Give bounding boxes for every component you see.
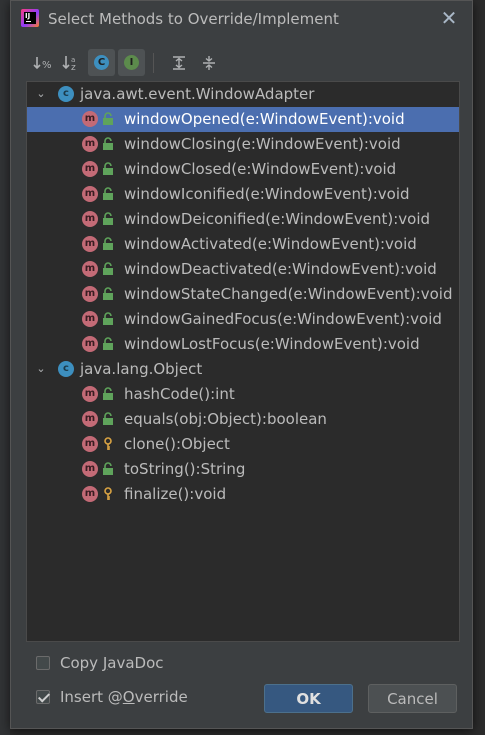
method-label: windowStateChanged(e:WindowEvent):void [124,285,453,303]
public-lock-icon [103,462,113,475]
public-lock-icon [103,237,113,250]
method-row[interactable]: m windowGainedFocus(e:WindowEvent):void [27,307,459,332]
method-label: windowClosing(e:WindowEvent):void [124,135,401,153]
expand-all-button[interactable] [165,49,192,76]
public-lock-icon [103,312,113,325]
method-icon: m [82,436,98,452]
copy-javadoc-checkbox[interactable] [36,656,50,670]
public-lock-icon [103,137,113,150]
public-lock-icon [103,187,113,200]
method-row[interactable]: m equals(obj:Object):boolean [27,407,459,432]
dialog-footer: Copy JavaDoc Insert @Override OK Cancel [11,649,472,729]
method-row[interactable]: m windowClosed(e:WindowEvent):void [27,157,459,182]
method-label: windowDeactivated(e:WindowEvent):void [124,260,437,278]
toolbar-separator [153,53,154,73]
collapse-all-button[interactable] [195,49,222,76]
dialog-title: Select Methods to Override/Implement [48,10,339,28]
method-label: windowGainedFocus(e:WindowEvent):void [124,310,442,328]
method-label: equals(obj:Object):boolean [124,410,327,428]
public-lock-icon [103,387,113,400]
method-label: windowIconified(e:WindowEvent):void [124,185,410,203]
chevron-down-icon[interactable]: ⌄ [35,88,47,100]
tree-group-row[interactable]: ⌄ c java.lang.Object [27,357,459,382]
method-icon: m [82,211,98,227]
method-icon: m [82,336,98,352]
public-lock-icon [103,337,113,350]
method-label: windowOpened(e:WindowEvent):void [124,110,405,128]
method-row[interactable]: m hashCode():int [27,382,459,407]
method-icon: m [82,186,98,202]
expand-all-icon [172,55,185,70]
method-row[interactable]: m clone():Object [27,432,459,457]
method-row[interactable]: m windowDeactivated(e:WindowEvent):void [27,257,459,282]
methods-tree[interactable]: ⌄ c java.awt.event.WindowAdapter m windowOpe… [26,81,460,642]
class-icon: c [58,86,74,102]
method-label: windowLostFocus(e:WindowEvent):void [124,335,420,353]
method-row[interactable]: m windowStateChanged(e:WindowEvent):void [27,282,459,307]
method-row[interactable]: m windowClosing(e:WindowEvent):void [27,132,459,157]
public-lock-icon [103,287,113,300]
intellij-logo-icon: IJ [21,9,39,27]
method-icon: m [82,461,98,477]
dialog-titlebar: IJ Select Methods to Override/Implement … [11,1,472,37]
method-label: clone():Object [124,435,230,453]
class-icon: c [58,361,74,377]
method-row[interactable]: m windowLostFocus(e:WindowEvent):void [27,332,459,357]
method-row[interactable]: m windowIconified(e:WindowEvent):void [27,182,459,207]
editor-right-edge [473,0,485,735]
method-row[interactable]: m finalize():void [27,482,459,507]
cancel-button[interactable]: Cancel [368,684,457,713]
method-icon: m [82,236,98,252]
method-label: windowActivated(e:WindowEvent):void [124,235,417,253]
method-icon: m [82,111,98,127]
svg-text:%: % [42,60,52,71]
method-row[interactable]: m windowActivated(e:WindowEvent):void [27,232,459,257]
method-icon: m [82,261,98,277]
method-icon: m [82,486,98,502]
tree-group-label: java.lang.Object [80,360,203,378]
method-label: hashCode():int [124,385,235,403]
class-filter-icon: C [94,55,109,70]
public-lock-icon [103,262,113,275]
method-icon: m [82,411,98,427]
method-row[interactable]: m windowOpened(e:WindowEvent):void [27,107,459,132]
insert-override-checkbox[interactable] [36,690,50,704]
public-lock-icon [103,162,113,175]
method-label: windowDeiconified(e:WindowEvent):void [124,210,431,228]
override-methods-dialog: IJ Select Methods to Override/Implement … [10,0,473,729]
sort-by-visibility-icon: % [32,56,52,71]
public-lock-icon [103,112,113,125]
interface-filter-icon: I [124,55,139,70]
method-row[interactable]: m windowDeiconified(e:WindowEvent):void [27,207,459,232]
public-lock-icon [103,412,113,425]
method-label: toString():String [124,460,246,478]
show-classes-button[interactable]: C [88,49,115,76]
method-icon: m [82,386,98,402]
editor-gutter [0,0,10,735]
tree-group-label: java.awt.event.WindowAdapter [80,85,315,103]
method-label: windowClosed(e:WindowEvent):void [124,160,397,178]
sort-alphabetically-button[interactable]: a z [58,49,85,76]
method-icon: m [82,311,98,327]
method-icon: m [82,286,98,302]
collapse-all-icon [202,55,215,70]
protected-key-icon [104,437,112,450]
method-label: finalize():void [124,485,227,503]
sort-alphabetically-icon: a z [61,55,76,72]
insert-override-label[interactable]: Insert @Override [60,688,188,706]
copy-javadoc-label[interactable]: Copy JavaDoc [60,654,164,672]
show-interfaces-button[interactable]: I [118,49,145,76]
method-icon: m [82,161,98,177]
close-icon[interactable]: ✕ [440,8,458,28]
svg-text:z: z [71,63,76,72]
sort-by-visibility-button[interactable]: % [29,49,56,76]
method-icon: m [82,136,98,152]
tree-group-row[interactable]: ⌄ c java.awt.event.WindowAdapter [27,82,459,107]
ok-button[interactable]: OK [264,684,353,713]
public-lock-icon [103,212,113,225]
method-row[interactable]: m toString():String [27,457,459,482]
chevron-down-icon[interactable]: ⌄ [35,363,47,375]
protected-key-icon [104,487,112,500]
